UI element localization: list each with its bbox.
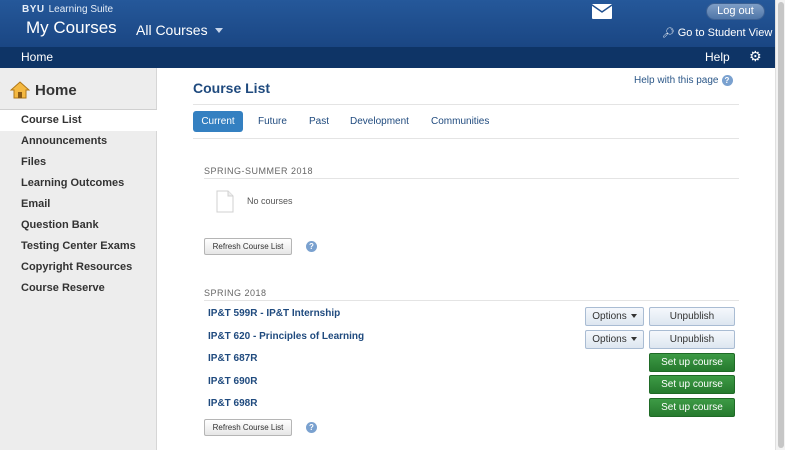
tab-communities[interactable]: Communities [431, 111, 489, 132]
sidebar-item-course-list[interactable]: Course List [0, 110, 157, 131]
brand-name: Learning Suite [48, 4, 114, 15]
divider [204, 178, 739, 179]
search-icon: 🔎︎ [662, 28, 675, 39]
tab-future[interactable]: Future [258, 111, 287, 132]
course-link[interactable]: IP&T 698R [208, 398, 257, 409]
sidebar-item-email[interactable]: Email [0, 194, 157, 215]
sidebar-nav: Course List Announcements Files Learning… [0, 110, 157, 299]
divider [193, 104, 739, 105]
home-icon [10, 81, 30, 99]
section-heading: SPRING 2018 [204, 288, 267, 298]
sidebar-home-heading[interactable]: Home [10, 81, 77, 105]
tab-development[interactable]: Development [350, 111, 409, 132]
options-dropdown-button[interactable]: Options [585, 307, 644, 326]
sidebar-item-learning-outcomes[interactable]: Learning Outcomes [0, 173, 157, 194]
refresh-course-list-button[interactable]: Refresh Course List [204, 238, 292, 255]
top-header: BYU Learning Suite My Courses All Courses… [0, 0, 775, 47]
help-icon[interactable]: ? [306, 241, 317, 252]
vertical-scrollbar[interactable] [775, 0, 785, 450]
sidebar-item-announcements[interactable]: Announcements [0, 131, 157, 152]
refresh-course-list-button[interactable]: Refresh Course List [204, 419, 292, 436]
chevron-down-icon [214, 28, 223, 33]
student-view-label: Go to Student View [677, 27, 773, 39]
chevron-down-icon [630, 314, 637, 318]
set-up-course-button[interactable]: Set up course [649, 375, 735, 394]
course-link[interactable]: IP&T 690R [208, 376, 257, 387]
sidebar-title: Home [35, 81, 77, 99]
document-icon [216, 190, 234, 213]
logout-button[interactable]: Log out [706, 3, 765, 20]
brand-logo: BYU Learning Suite [22, 4, 113, 15]
course-selector-dropdown[interactable]: All Courses [136, 22, 223, 38]
main-content: Course List Help with this page? Current… [158, 68, 775, 450]
sidebar-item-testing-center-exams[interactable]: Testing Center Exams [0, 236, 157, 257]
app-title: My Courses [26, 18, 117, 37]
unpublish-button[interactable]: Unpublish [649, 330, 735, 349]
student-view-link[interactable]: 🔎︎ Go to Student View [662, 27, 772, 39]
empty-state-text: No courses [247, 196, 293, 206]
page-title: Course List [193, 80, 271, 96]
options-label: Options [592, 334, 627, 345]
section-heading: SPRING-SUMMER 2018 [204, 166, 314, 176]
divider [204, 300, 739, 301]
sidebar-item-copyright-resources[interactable]: Copyright Resources [0, 257, 157, 278]
mail-icon[interactable] [592, 4, 612, 19]
options-label: Options [592, 311, 627, 322]
tab-past[interactable]: Past [309, 111, 329, 132]
course-selector-label: All Courses [136, 22, 208, 38]
course-link[interactable]: IP&T 620 - Principles of Learning [208, 331, 364, 342]
help-with-page-label: Help with this page [634, 75, 719, 87]
course-link[interactable]: IP&T 599R - IP&T Internship [208, 308, 340, 319]
nav-home-link[interactable]: Home [21, 50, 53, 64]
course-link[interactable]: IP&T 687R [208, 353, 257, 364]
unpublish-button[interactable]: Unpublish [649, 307, 735, 326]
brand-org: BYU [22, 4, 45, 15]
set-up-course-button[interactable]: Set up course [649, 353, 735, 372]
help-with-page-link[interactable]: Help with this page? [634, 75, 733, 86]
set-up-course-button[interactable]: Set up course [649, 398, 735, 417]
options-dropdown-button[interactable]: Options [585, 330, 644, 349]
sub-nav: Home Help ⚙ [0, 47, 775, 68]
sidebar-item-files[interactable]: Files [0, 152, 157, 173]
divider [193, 138, 739, 139]
sidebar: Home Course List Announcements Files Lea… [0, 68, 157, 450]
gear-icon[interactable]: ⚙ [749, 48, 762, 65]
sidebar-item-course-reserve[interactable]: Course Reserve [0, 278, 157, 299]
question-icon: ? [721, 75, 733, 86]
tab-current[interactable]: Current [193, 111, 243, 132]
sidebar-item-question-bank[interactable]: Question Bank [0, 215, 157, 236]
nav-help-link[interactable]: Help [705, 50, 730, 64]
scrollbar-thumb[interactable] [778, 2, 784, 448]
help-icon[interactable]: ? [306, 422, 317, 433]
chevron-down-icon [630, 337, 637, 341]
